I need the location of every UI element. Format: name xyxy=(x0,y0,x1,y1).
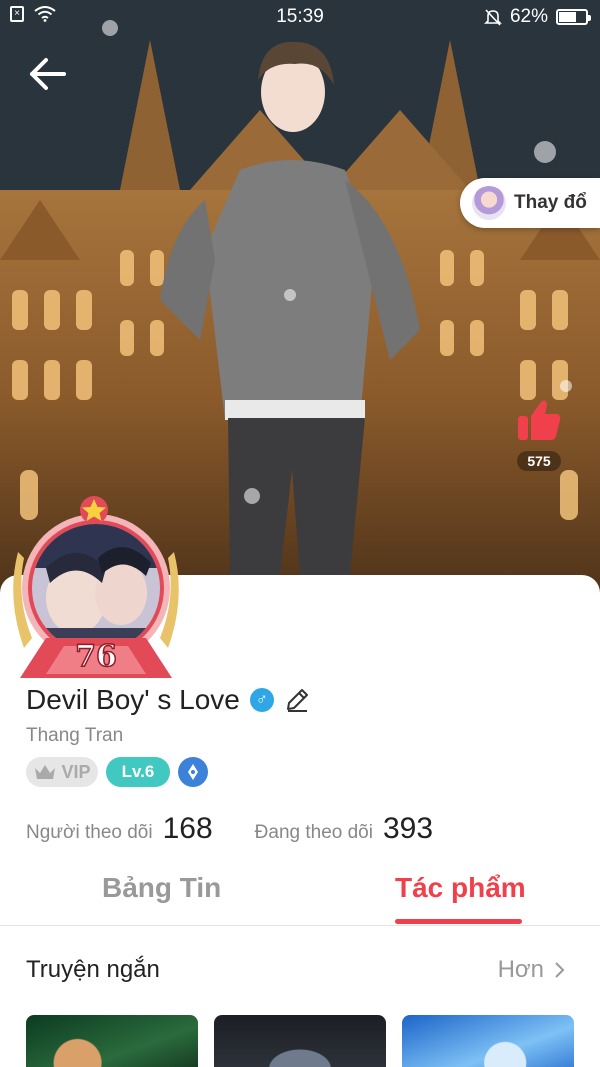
profile-name-row: Devil Boy' s Love ♂ xyxy=(26,684,310,716)
battery-percent: 62% xyxy=(509,6,548,27)
edit-pencil-icon[interactable] xyxy=(284,687,310,713)
bell-muted-icon xyxy=(484,9,502,26)
follow-stats: Người theo dõi 168 Đang theo dõi 393 xyxy=(26,812,475,846)
chevron-right-icon xyxy=(555,962,565,978)
story-cover-2[interactable] xyxy=(214,1015,386,1067)
back-arrow-icon[interactable] xyxy=(26,52,70,96)
more-link[interactable]: Hơn xyxy=(498,956,566,984)
vip-badge[interactable]: VIP xyxy=(26,757,98,787)
profile-username: Thang Tran xyxy=(26,725,124,746)
more-label: Hơn xyxy=(497,956,544,983)
male-gender-icon: ♂ xyxy=(249,688,274,712)
tab-works[interactable]: Tác phẩm xyxy=(395,872,526,904)
badge-row: VIP Lv.6 xyxy=(26,757,208,787)
thumbs-up-icon xyxy=(518,400,561,440)
story-cover-1[interactable] xyxy=(26,1015,198,1067)
battery-icon xyxy=(556,9,591,25)
profile-tabs: Bảng Tin Tác phẩm xyxy=(0,860,600,926)
following-count[interactable]: 393 xyxy=(383,812,433,846)
crown-icon xyxy=(35,765,56,779)
level-badge[interactable]: Lv.6 xyxy=(106,757,170,787)
avatar-level-frame[interactable]: 76 xyxy=(6,488,186,684)
like-count: 575 xyxy=(517,451,561,471)
profile-name: Devil Boy' s Love xyxy=(26,684,240,715)
outfit-avatar-icon xyxy=(472,186,506,220)
status-bar: × 15:39 62% xyxy=(0,0,600,34)
like-button[interactable]: 575 xyxy=(506,398,572,471)
short-stories-heading: Truyện ngắn xyxy=(26,956,160,983)
vip-label: VIP xyxy=(61,761,91,782)
story-thumbnails xyxy=(26,1015,574,1067)
following-label[interactable]: Đang theo dõi xyxy=(255,822,373,844)
followers-label[interactable]: Người theo dõi xyxy=(26,822,153,844)
tab-feed[interactable]: Bảng Tin xyxy=(102,872,221,904)
active-tab-indicator xyxy=(395,919,522,924)
story-cover-3[interactable] xyxy=(402,1015,574,1067)
writer-pen-badge-icon[interactable] xyxy=(178,757,208,787)
change-outfit-button[interactable]: Thay đổ xyxy=(460,178,600,228)
followers-count[interactable]: 168 xyxy=(163,812,213,846)
change-outfit-label: Thay đổ xyxy=(514,192,587,213)
avatar-level-number: 76 xyxy=(75,639,117,674)
